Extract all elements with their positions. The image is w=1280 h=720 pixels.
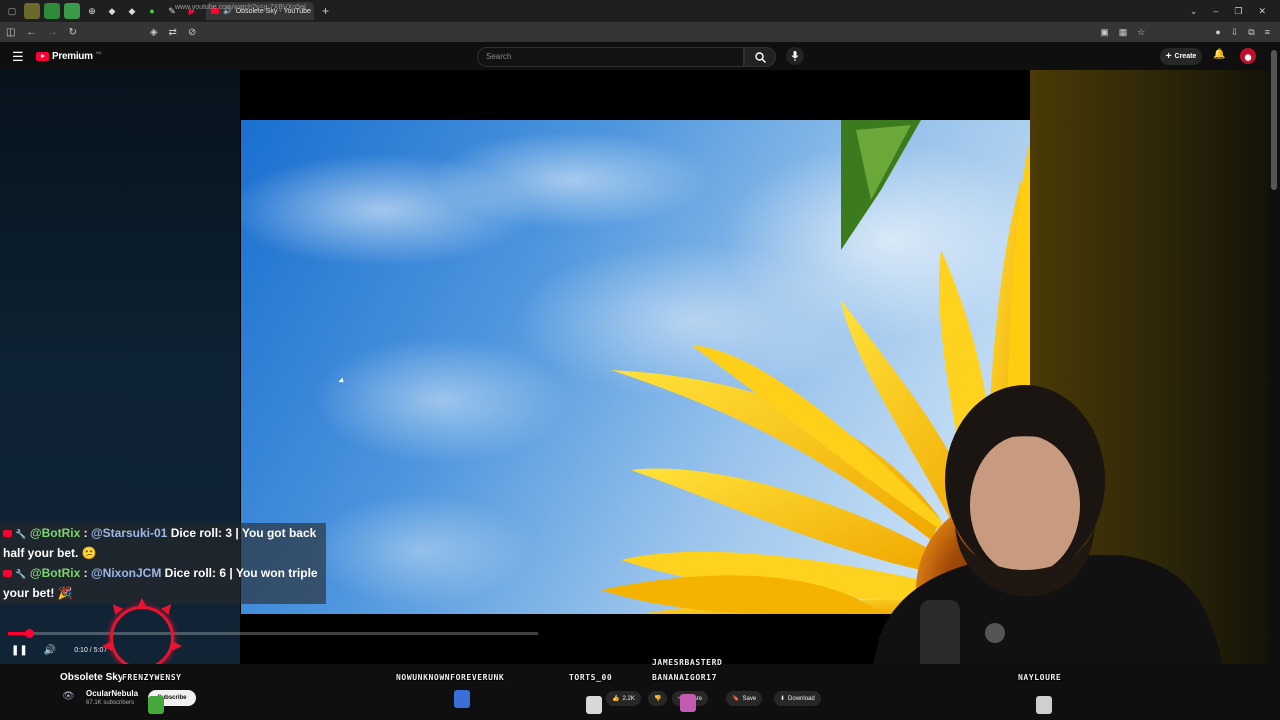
pinned-tabs: ▢ ⊕ ◆ ◆ ● ✎ ▶	[0, 3, 200, 19]
microphone-icon	[791, 51, 799, 61]
avatar[interactable]	[1240, 48, 1256, 64]
chat-overlay: 🔧 @BotRix : @Starsuki-01 Dice roll: 3 | …	[0, 523, 326, 604]
save-button[interactable]: 🔖 Save	[726, 691, 763, 706]
youtube-header: ☰ Premium HU Search + Create 🔔	[0, 42, 1280, 70]
picture-in-picture-icon[interactable]: ▣	[1100, 27, 1109, 38]
youtube-logo[interactable]: Premium HU	[36, 50, 102, 62]
wrench-icon: 🔧	[15, 529, 27, 539]
site-settings-icon[interactable]: ⇄	[169, 27, 177, 38]
sheets-icon[interactable]	[44, 3, 60, 19]
download-button[interactable]: ⬇ Download	[774, 691, 821, 706]
minimize-icon[interactable]: –	[1213, 6, 1218, 16]
visualizer-spike	[137, 598, 147, 608]
pause-icon[interactable]: ❚❚	[11, 645, 28, 656]
save-label: Save	[742, 695, 757, 702]
channel-eye-icon[interactable]: 👁	[62, 691, 75, 702]
tracking-icon[interactable]: ⊘	[188, 27, 196, 38]
player-controls: ❚❚ 🔊 0:10 / 5:07	[0, 640, 107, 660]
viewer-name: JAMESRBASTERD	[652, 658, 723, 667]
search-button[interactable]	[744, 47, 776, 67]
youtube-badge-icon	[3, 570, 12, 578]
maximize-icon[interactable]: ❐	[1234, 6, 1242, 17]
forward-icon[interactable]: →	[47, 27, 57, 38]
search-icon	[754, 51, 766, 63]
window-controls: ⌄ – ❐ ✕	[1190, 6, 1280, 17]
sidebar-icon[interactable]: ◫	[6, 27, 15, 38]
youtube-play-logo-icon	[36, 52, 49, 61]
like-button[interactable]: 👍 2.2K	[606, 691, 641, 706]
chat-separator: :	[80, 526, 91, 540]
logo-text: Premium	[52, 51, 93, 62]
viewer-avatar	[680, 694, 696, 712]
chat-username: @BotRix	[29, 566, 81, 580]
bookmark-star-icon[interactable]: ☆	[1137, 27, 1145, 38]
wrench-icon: 🔧	[15, 569, 27, 579]
create-button[interactable]: + Create	[1160, 48, 1202, 65]
new-tab-icon[interactable]: +	[322, 4, 329, 18]
menu-icon[interactable]: ≡	[1265, 27, 1270, 38]
search-input[interactable]: Search	[477, 47, 744, 67]
wallet-icon[interactable]: ●	[1215, 27, 1220, 38]
create-label: Create	[1174, 53, 1197, 60]
thumbs-up-icon: 👍	[612, 696, 620, 702]
notifications-bell-icon[interactable]: 🔔	[1213, 49, 1225, 60]
chat-username: @BotRix	[29, 526, 81, 540]
extensions-icon[interactable]: ⧉	[1248, 27, 1254, 38]
globe-icon[interactable]: ⊕	[84, 3, 100, 19]
viewer-avatar	[586, 696, 602, 714]
chat-mention: @NixonJCM	[90, 566, 162, 580]
diamond-icon[interactable]: ◆	[124, 3, 140, 19]
download-label: Download	[788, 695, 815, 702]
diamond-icon[interactable]: ◆	[104, 3, 120, 19]
viewer-name: NAYLOURE	[1018, 673, 1062, 682]
visualizer-spike	[172, 641, 182, 651]
scrollbar-thumb[interactable]	[1271, 50, 1277, 190]
thumbs-down-icon: 👎	[654, 696, 662, 702]
reload-icon[interactable]: ↻	[68, 27, 76, 38]
bookmark-icon: 🔖	[732, 696, 740, 702]
download-icon: ⬇	[780, 696, 786, 702]
tab-actions-icon[interactable]: ▢	[4, 3, 20, 19]
chat-message: 🔧 @BotRix : @NixonJCM Dice roll: 6 | You…	[3, 564, 323, 603]
channel-name[interactable]: OcularNebula	[86, 689, 138, 698]
address-bar: ◫ ← → ↻ ◈ ⇄ ⊘ ▣ ▦ ☆ ● ⇩ ⧉ ≡	[0, 22, 1280, 42]
logo-country: HU	[95, 50, 102, 55]
volume-icon[interactable]: 🔊	[44, 645, 56, 656]
visualizer-spike	[102, 641, 112, 651]
progress-bar[interactable]	[8, 629, 538, 638]
video-title: Obsolete Sky	[60, 672, 124, 683]
chat-mention: @Starsuki-01	[90, 526, 168, 540]
hamburger-menu-icon[interactable]: ☰	[12, 49, 24, 65]
screenshot-icon[interactable]: ▦	[1119, 27, 1128, 38]
audio-visualizer-ring	[102, 598, 182, 670]
scrubber-handle[interactable]	[25, 629, 34, 638]
chat-separator: :	[80, 566, 91, 580]
page-scrollbar[interactable]	[1270, 44, 1278, 720]
downloads-icon[interactable]: ⇩	[1231, 27, 1239, 38]
viewer-avatar	[148, 696, 164, 714]
back-icon[interactable]: ←	[26, 27, 36, 38]
close-window-icon[interactable]: ✕	[1258, 6, 1266, 17]
shield-icon[interactable]: ◈	[150, 27, 158, 38]
subscriber-count: 67.1K subscribers	[86, 700, 135, 706]
location-icon[interactable]: ●	[144, 3, 160, 19]
pinned-tab-icon[interactable]	[24, 3, 40, 19]
tab-list-chevron-icon[interactable]: ⌄	[1190, 6, 1198, 17]
chat-message: 🔧 @BotRix : @Starsuki-01 Dice roll: 3 | …	[3, 524, 323, 563]
viewer-name: TORTS_00	[569, 673, 613, 682]
dislike-button[interactable]: 👎	[648, 691, 668, 706]
url-field[interactable]: www.youtube.com/watch?v=g-7XBVXo5eI	[175, 4, 306, 11]
address-bar-tools: ▣ ▦ ☆ ● ⇩ ⧉ ≡	[1100, 27, 1274, 38]
viewer-avatar	[1036, 696, 1052, 714]
voice-search-button[interactable]	[786, 47, 804, 65]
sheets-icon[interactable]	[64, 3, 80, 19]
like-count: 2.2K	[622, 695, 635, 702]
youtube-badge-icon	[3, 530, 12, 538]
plus-icon: +	[1165, 51, 1172, 62]
viewer-name: NOWUNKNOWNFOREVERUNK	[396, 673, 505, 682]
viewer-name: FRENZYWENSY	[122, 673, 182, 682]
viewer-name: BANANAIGOR17	[652, 673, 717, 682]
viewer-avatar	[454, 690, 470, 708]
